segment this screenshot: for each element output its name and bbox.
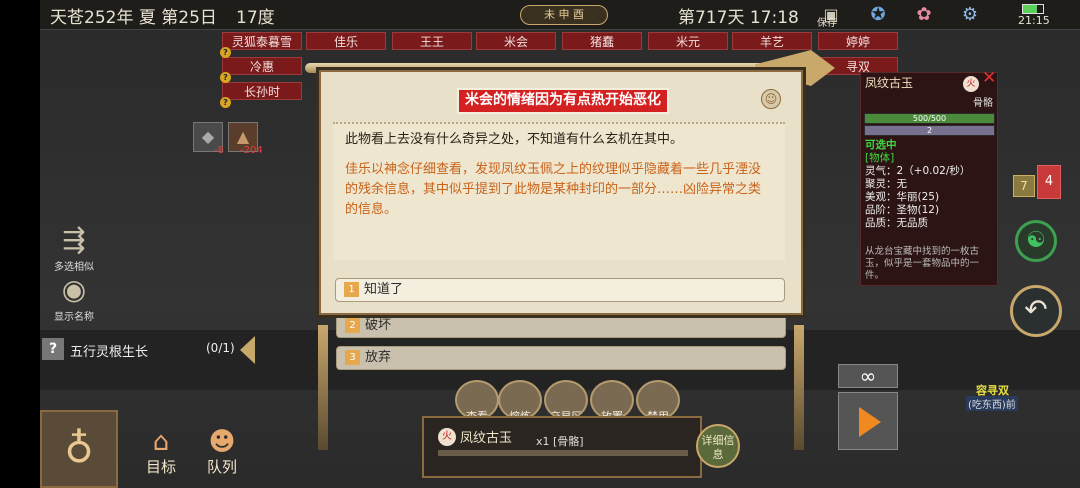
dialog-title: 米会的情绪因为有点热开始恶化 (457, 88, 669, 114)
item-stat: 品质：无品质 (865, 217, 928, 229)
name-tag[interactable]: 羊艺 (732, 32, 812, 50)
item-info-panel: 凤纹古玉 火 ✕ 骨骼 500/500 2 可选中 [物体] 灵气：2（+0.0… (860, 70, 998, 286)
select-similar-label: 多选相似 (54, 262, 94, 273)
count-bar: 2 (864, 125, 995, 136)
fire-element-icon: 火 (963, 76, 979, 92)
top-bar: 天苍252年 夏 第25日 17度 未 申 酉 第717天 17:18 ▣ 保存… (40, 0, 1080, 30)
name-tag[interactable]: 王王 (392, 32, 472, 50)
name-tag[interactable]: 米元 (648, 32, 728, 50)
eye-icon: ◉ (61, 273, 87, 306)
item-description: 从龙台宝藏中找到的一枚古玉，似乎是一套物品中的一件。 (865, 246, 980, 281)
name-tag[interactable]: 灵狐泰暮雪 (222, 32, 302, 50)
show-names-button[interactable]: ◉ 显示名称 (46, 272, 102, 323)
option-label: 放弃 (365, 350, 392, 365)
temperature: 17度 (236, 8, 275, 28)
fire-element-icon: 火 (438, 428, 456, 446)
quest-label: 五行灵根生长 (70, 345, 149, 360)
item-type: 骨骼 (973, 98, 993, 109)
option-number: 1 (344, 282, 359, 297)
portrait-icon[interactable]: ☺ (761, 89, 781, 109)
lantern-left (318, 325, 328, 450)
compass-icon[interactable]: ✪ (864, 2, 892, 28)
quest-progress: (0/1) (206, 341, 235, 355)
date-text: 天苍252年 夏 第25日 (50, 8, 217, 28)
item-stat: 灵气：2（+0.02/秒） (865, 165, 971, 177)
option-label: 知道了 (364, 282, 404, 297)
selected-item-name: 凤纹古玉 (460, 431, 513, 446)
infinity-button[interactable]: ∞ (838, 364, 898, 388)
item-status: 可选中 (865, 139, 897, 151)
gear-icon[interactable]: ⚙ (956, 2, 984, 28)
name-tag[interactable]: 婷婷 (818, 32, 898, 50)
name-tag[interactable]: 长孙时 (222, 82, 302, 100)
item-stat: 美观：华丽(25) (865, 191, 940, 203)
notification-yellow[interactable]: 7 (1013, 175, 1035, 197)
house-icon: ⌂ (152, 427, 170, 457)
name-tag[interactable]: 冷惠 (222, 57, 302, 75)
durability-bar: 500/500 (864, 113, 995, 124)
item-name: 凤纹古玉 (865, 76, 914, 90)
swirl-icon[interactable]: ☯ (1015, 220, 1057, 262)
goal-button[interactable]: ⌂ 目标 (135, 428, 187, 477)
question-icon: ? (220, 47, 231, 58)
dialog-text: 此物看上去没有什么奇异之处，不知道有什么玄机在其中。 佳乐以神念仔细查看，发现凤… (333, 122, 785, 260)
option-number: 3 (345, 350, 360, 365)
gourd-icon[interactable]: ♁ (40, 410, 118, 488)
day-time: 第717天 17:18 (678, 8, 799, 28)
person-status: (吃东西)前 (966, 396, 1018, 411)
close-icon[interactable]: ✕ (982, 70, 996, 87)
option-1-button[interactable]: 1 知道了 (335, 278, 785, 302)
calendar-badge[interactable]: 未 申 酉 (520, 5, 608, 25)
item-category: [物体] (865, 152, 895, 164)
name-tag[interactable]: 米会 (476, 32, 556, 50)
detail-label: 详细信息 (701, 434, 735, 461)
resource-change: -204 (240, 145, 263, 156)
play-icon (859, 407, 881, 437)
option-2-button[interactable]: 2 破坏 (336, 314, 786, 338)
dialog-text-highlight: 佳乐以神念仔细查看，发现凤纹玉佩之上的纹理似乎隐藏着一些几乎湮没的残余信息，其中… (345, 162, 762, 217)
quest-row[interactable]: ? 五行灵根生长 (0/1) (40, 334, 255, 366)
smelt-button[interactable]: 熔炼 (498, 380, 542, 420)
trade-button[interactable]: 交易区 (544, 380, 588, 420)
place-button[interactable]: 放置 (590, 380, 634, 420)
inspect-button[interactable]: 查看 (455, 380, 499, 420)
palette-icon[interactable]: ✿ (910, 2, 938, 28)
select-similar-button[interactable]: ⇶ 多选相似 (46, 222, 102, 273)
detail-button[interactable]: 详细信息 (696, 424, 740, 468)
people-icon: ☻ (208, 427, 236, 457)
goal-label: 目标 (145, 458, 176, 476)
option-number: 2 (345, 318, 360, 333)
queue-button[interactable]: ☻ 队列 (196, 428, 248, 477)
option-label: 破坏 (365, 318, 392, 333)
show-names-label: 显示名称 (54, 312, 94, 323)
battery-icon (1022, 4, 1044, 14)
selected-item-qty: x1 [骨骼] (536, 435, 584, 448)
question-icon: ? (220, 97, 231, 108)
option-3-button[interactable]: 3 放弃 (336, 346, 786, 370)
undo-icon[interactable]: ↶ (1010, 285, 1062, 337)
arrows-icon: ⇶ (62, 223, 86, 256)
name-tag[interactable]: 猪蠢 (562, 32, 642, 50)
item-stat: 聚灵：无 (865, 178, 907, 190)
calendar-label: 未 申 酉 (544, 8, 584, 21)
notification-red[interactable]: 4 (1037, 165, 1061, 199)
save-label: 保存 (817, 18, 837, 29)
progress-track (438, 450, 688, 456)
play-button[interactable] (838, 392, 898, 450)
selected-item-bar[interactable]: 火 凤纹古玉 x1 [骨骼] (422, 416, 702, 478)
event-dialog: 米会的情绪因为有点热开始恶化 ☺ 此物看上去没有什么奇异之处，不知道有什么玄机在… (319, 70, 803, 315)
name-tag[interactable]: 佳乐 (306, 32, 386, 50)
clock: 21:15 (1018, 14, 1050, 27)
collapse-arrow-icon[interactable] (240, 336, 255, 364)
dialog-text-plain: 此物看上去没有什么奇异之处，不知道有什么玄机在其中。 (345, 132, 684, 147)
quest-help-icon: ? (42, 338, 64, 360)
item-stat: 品阶：圣物(12) (865, 204, 940, 216)
question-icon: ? (220, 72, 231, 83)
lantern-right (794, 325, 804, 450)
queue-label: 队列 (206, 458, 237, 476)
resource-change: -8 (214, 145, 224, 156)
disable-button[interactable]: 禁用 (636, 380, 680, 420)
